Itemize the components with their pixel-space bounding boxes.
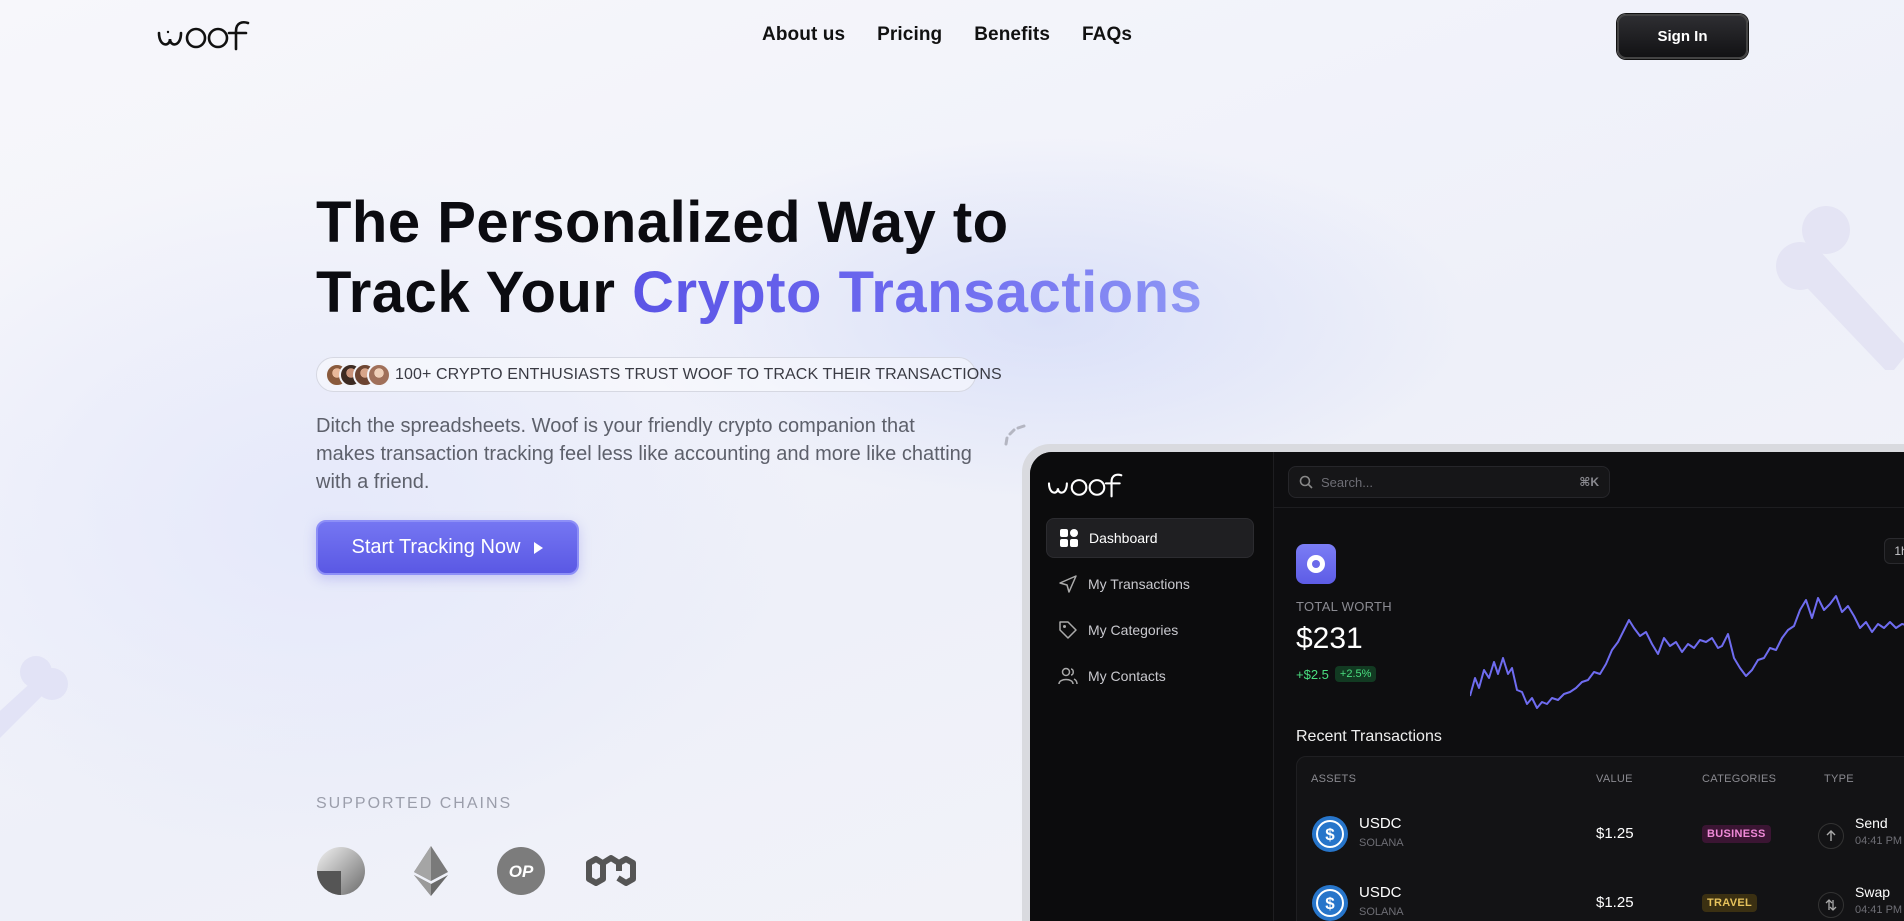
recent-transactions-title: Recent Transactions: [1296, 728, 1442, 745]
play-icon: [534, 541, 544, 554]
search-icon: [1299, 475, 1313, 489]
transactions-table: ASSETS VALUE CATEGORIES TYPE $ USDC SOLA…: [1296, 756, 1904, 921]
send-icon: [1059, 575, 1077, 593]
range-button[interactable]: 1h: [1884, 538, 1904, 564]
hero-title-line1: The Personalized Way to: [316, 190, 1009, 255]
category-badge: BUSINESS: [1702, 825, 1771, 843]
start-tracking-label: Start Tracking Now: [351, 536, 521, 558]
ethereum-icon: [406, 846, 456, 896]
app-sidebar: Dashboard My Transactions My Categories …: [1030, 452, 1274, 921]
wallet-icon: [1296, 544, 1336, 584]
table-row[interactable]: $ USDC SOLANA $1.25 BUSINESS Send 04:41 …: [1297, 801, 1904, 869]
search-input[interactable]: [1321, 474, 1572, 490]
sidebar-item-transactions[interactable]: My Transactions: [1046, 564, 1254, 604]
sidebar-item-label: My Categories: [1088, 622, 1179, 638]
app-main: ⌘K 1h TOTAL WORTH $231 +$2.5 +2.5% Recen…: [1274, 452, 1904, 921]
svg-text:$: $: [1325, 894, 1335, 913]
nav-links: About us Pricing Benefits FAQs: [762, 24, 1132, 46]
column-header-categories: CATEGORIES: [1702, 773, 1777, 785]
svg-text:$: $: [1325, 825, 1335, 844]
app-preview: Dashboard My Transactions My Categories …: [1030, 452, 1904, 921]
hero-description: Ditch the spreadsheets. Woof is your fri…: [316, 415, 972, 493]
send-arrow-icon: [1818, 823, 1844, 849]
transaction-time: 04:41 PM: [1855, 835, 1903, 847]
sidebar-item-contacts[interactable]: My Contacts: [1046, 656, 1254, 696]
hero-title-plain: Track Your: [316, 260, 633, 325]
change-absolute: +$2.5: [1296, 666, 1329, 682]
nav-link-pricing[interactable]: Pricing: [877, 24, 942, 46]
search-shortcut: ⌘K: [1579, 475, 1599, 489]
asset-network: SOLANA: [1359, 837, 1404, 849]
woof-logo-icon: [157, 20, 250, 51]
sidebar-item-label: My Transactions: [1088, 576, 1190, 592]
supported-chains: OP: [316, 846, 636, 896]
total-worth-value: $231: [1296, 622, 1363, 655]
nav-link-faqs[interactable]: FAQs: [1082, 24, 1132, 46]
usdc-icon: $: [1312, 885, 1348, 921]
app-preview-frame: Dashboard My Transactions My Categories …: [1022, 444, 1904, 921]
sidebar-item-categories[interactable]: My Categories: [1046, 610, 1254, 650]
column-header-type: TYPE: [1824, 773, 1854, 785]
transaction-value: $1.25: [1596, 894, 1634, 911]
hero-title-accent: Crypto Transactions: [632, 260, 1203, 325]
nav-link-about[interactable]: About us: [762, 24, 845, 46]
asset-symbol: USDC: [1359, 815, 1402, 832]
polygon-icon: [586, 846, 636, 896]
start-tracking-button[interactable]: Start Tracking Now: [316, 520, 579, 575]
column-header-value: VALUE: [1596, 773, 1633, 785]
avatar: [367, 362, 391, 387]
hero-title: The Personalized Way to Track Your Crypt…: [316, 188, 1202, 328]
search-box[interactable]: ⌘K: [1288, 466, 1610, 498]
swap-arrows-icon: [1818, 892, 1844, 918]
sidebar-item-label: My Contacts: [1088, 668, 1166, 684]
change-percent-badge: +2.5%: [1334, 666, 1377, 682]
sidebar-item-label: Dashboard: [1089, 530, 1158, 546]
bone-decoration-right: [1776, 206, 1904, 370]
sign-in-button[interactable]: Sign In: [1617, 14, 1748, 59]
optimism-label: OP: [509, 862, 534, 881]
woof-logo[interactable]: [156, 18, 258, 52]
transaction-value: $1.25: [1596, 825, 1634, 842]
optimism-icon: OP: [496, 846, 546, 896]
transaction-time: 04:41 PM: [1855, 904, 1903, 916]
app-logo: [1046, 472, 1130, 503]
column-header-assets: ASSETS: [1311, 773, 1357, 785]
trust-text: 100+ CRYPTO ENTHUSIASTS TRUST WOOF TO TR…: [395, 365, 1002, 383]
nav-link-benefits[interactable]: Benefits: [974, 24, 1050, 46]
sidebar-item-dashboard[interactable]: Dashboard: [1046, 518, 1254, 558]
app-topbar: ⌘K: [1274, 452, 1904, 508]
worth-sparkline: [1470, 595, 1904, 709]
top-navigation: About us Pricing Benefits FAQs Sign In: [0, 0, 1904, 74]
bone-decoration-left: [0, 656, 68, 738]
tag-icon: [1059, 621, 1077, 639]
transaction-type: Send: [1855, 815, 1888, 831]
asset-symbol: USDC: [1359, 884, 1402, 901]
solana-like-icon: [316, 846, 366, 896]
asset-network: SOLANA: [1359, 906, 1404, 918]
transaction-type: Swap: [1855, 884, 1891, 900]
woof-logo-icon: [1047, 473, 1123, 498]
trust-pill: 100+ CRYPTO ENTHUSIASTS TRUST WOOF TO TR…: [316, 357, 1002, 392]
hero-title-line2: Track Your Crypto Transactions: [316, 258, 1202, 328]
grid-icon: [1060, 529, 1078, 547]
category-badge: TRAVEL: [1702, 894, 1757, 912]
supported-chains-label: SUPPORTED CHAINS: [316, 795, 513, 812]
table-row[interactable]: $ USDC SOLANA $1.25 TRAVEL Swap 04:41 PM: [1297, 870, 1904, 921]
total-worth-change: +$2.5 +2.5%: [1296, 666, 1377, 682]
avatar-stack: [325, 362, 391, 387]
users-icon: [1058, 667, 1078, 685]
usdc-icon: $: [1312, 816, 1348, 852]
total-worth-label: TOTAL WORTH: [1296, 599, 1392, 614]
